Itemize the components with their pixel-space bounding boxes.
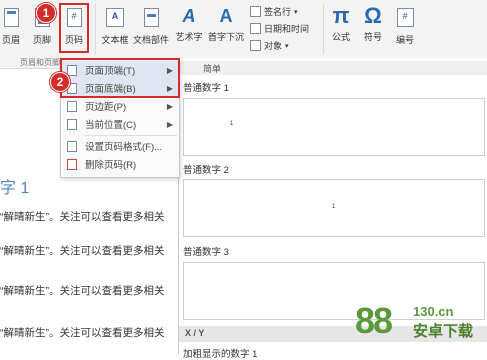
callout-badge-2: 2 xyxy=(50,72,70,92)
symbol-label: 符号 xyxy=(363,32,382,42)
gallery-item-label: 普通数字 3 xyxy=(183,247,229,258)
page-number-preview: 1 xyxy=(332,204,336,210)
omega-icon: Ω xyxy=(364,3,382,28)
menu-separator xyxy=(85,135,177,136)
document-line: “解晴新生”。关注可以查看更多相关 xyxy=(0,285,165,297)
signature-label: 签名行 xyxy=(264,7,292,17)
dropcap-icon: A xyxy=(219,6,233,26)
datetime-label: 日期和时间 xyxy=(264,24,310,34)
watermark-number: 88 xyxy=(355,300,393,341)
object-icon xyxy=(250,40,261,51)
gallery-item-label: 加粗显示的数字 1 xyxy=(183,349,258,360)
dropcap-button[interactable]: A 首字下沉 xyxy=(206,6,246,43)
callout-box-menu xyxy=(60,58,180,98)
quick-parts-label: 文档部件 xyxy=(132,35,169,45)
datetime-button[interactable]: 日期和时间 xyxy=(250,22,309,35)
menu-item-format-page-numbers[interactable]: 设置页码格式(F)... xyxy=(61,137,179,155)
menu-item-page-margins[interactable]: 页边距(P) ▶ xyxy=(61,97,179,115)
dropcap-label: 首字下沉 xyxy=(207,32,244,42)
menu-item-label: 删除页码(R) xyxy=(85,160,137,171)
chevron-right-icon: ▶ xyxy=(166,119,173,129)
menu-item-label: 当前位置(C) xyxy=(85,120,137,131)
watermark-domain: 130.cn xyxy=(413,304,454,319)
textbox-button[interactable]: A 文本框 xyxy=(100,8,130,46)
symbol-button[interactable]: Ω 符号 xyxy=(360,4,386,43)
quick-parts-icon xyxy=(143,8,159,27)
page-margins-icon xyxy=(67,100,77,112)
calendar-icon xyxy=(250,23,261,34)
header-button[interactable]: 页眉 xyxy=(0,8,22,46)
object-label: 对象 xyxy=(264,41,283,51)
gallery-item-label: 普通数字 2 xyxy=(183,165,229,176)
chevron-right-icon: ▶ xyxy=(166,101,173,111)
site-watermark: 88 130.cn 安卓下载 xyxy=(355,300,487,355)
signature-icon xyxy=(250,6,261,17)
object-button[interactable]: 对象 ▾ xyxy=(250,39,289,52)
numbering-button[interactable]: # 编号 xyxy=(392,8,418,46)
chevron-down-icon: ▾ xyxy=(294,8,298,16)
menu-item-current-position[interactable]: 当前位置(C) ▶ xyxy=(61,115,179,133)
equation-label: 公式 xyxy=(331,32,350,42)
equation-button[interactable]: π 公式 xyxy=(328,4,354,43)
page-number-preview: 1 xyxy=(230,121,234,127)
menu-item-remove-page-numbers[interactable]: 删除页码(R) xyxy=(61,155,179,173)
watermark-text: 安卓下载 xyxy=(413,323,474,340)
wordart-label: 艺术字 xyxy=(175,32,203,42)
textbox-label: 文本框 xyxy=(101,35,129,45)
gallery-section-simple: 简单 xyxy=(203,64,222,74)
document-heading: 字 1 xyxy=(0,180,30,197)
ribbon-separator xyxy=(323,4,324,54)
document-line: “解晴新生”。关注可以查看更多相关 xyxy=(0,327,165,339)
gallery-section-xy: X / Y xyxy=(185,328,205,338)
callout-badge-1: 1 xyxy=(36,3,56,23)
gallery-item-plain-1[interactable]: 1 xyxy=(183,98,485,156)
format-page-numbers-icon xyxy=(67,140,77,152)
current-position-icon xyxy=(67,118,77,130)
chevron-down-icon: ▾ xyxy=(285,42,289,50)
ribbon-group-label: 页眉和页脚 xyxy=(20,58,60,67)
numbering-label: 编号 xyxy=(395,35,414,45)
document-line: “解晴新生”。关注可以查看更多相关 xyxy=(0,245,165,257)
document-line: “解晴新生”。关注可以查看更多相关 xyxy=(0,211,165,223)
numbering-icon: # xyxy=(396,8,414,27)
callout-box-page-number xyxy=(59,3,89,53)
signature-line-button[interactable]: 签名行 ▾ xyxy=(250,5,298,18)
header-label: 页眉 xyxy=(1,35,20,45)
textbox-icon: A xyxy=(106,8,124,27)
wordart-button[interactable]: A 艺术字 xyxy=(174,6,204,43)
footer-label: 页脚 xyxy=(32,35,51,45)
quick-parts-button[interactable]: 文档部件 xyxy=(132,8,170,46)
header-icon xyxy=(3,8,19,27)
ribbon-separator xyxy=(95,4,96,54)
wordart-icon: A xyxy=(182,6,196,26)
gallery-item-label: 普通数字 1 xyxy=(183,83,229,94)
remove-page-numbers-icon xyxy=(67,158,77,170)
menu-item-label: 页边距(P) xyxy=(85,102,127,113)
menu-item-label: 设置页码格式(F)... xyxy=(85,142,163,153)
gallery-item-plain-2[interactable]: 1 xyxy=(183,179,485,237)
pi-icon: π xyxy=(332,3,350,28)
gallery-section-header: 简单 xyxy=(179,61,487,75)
